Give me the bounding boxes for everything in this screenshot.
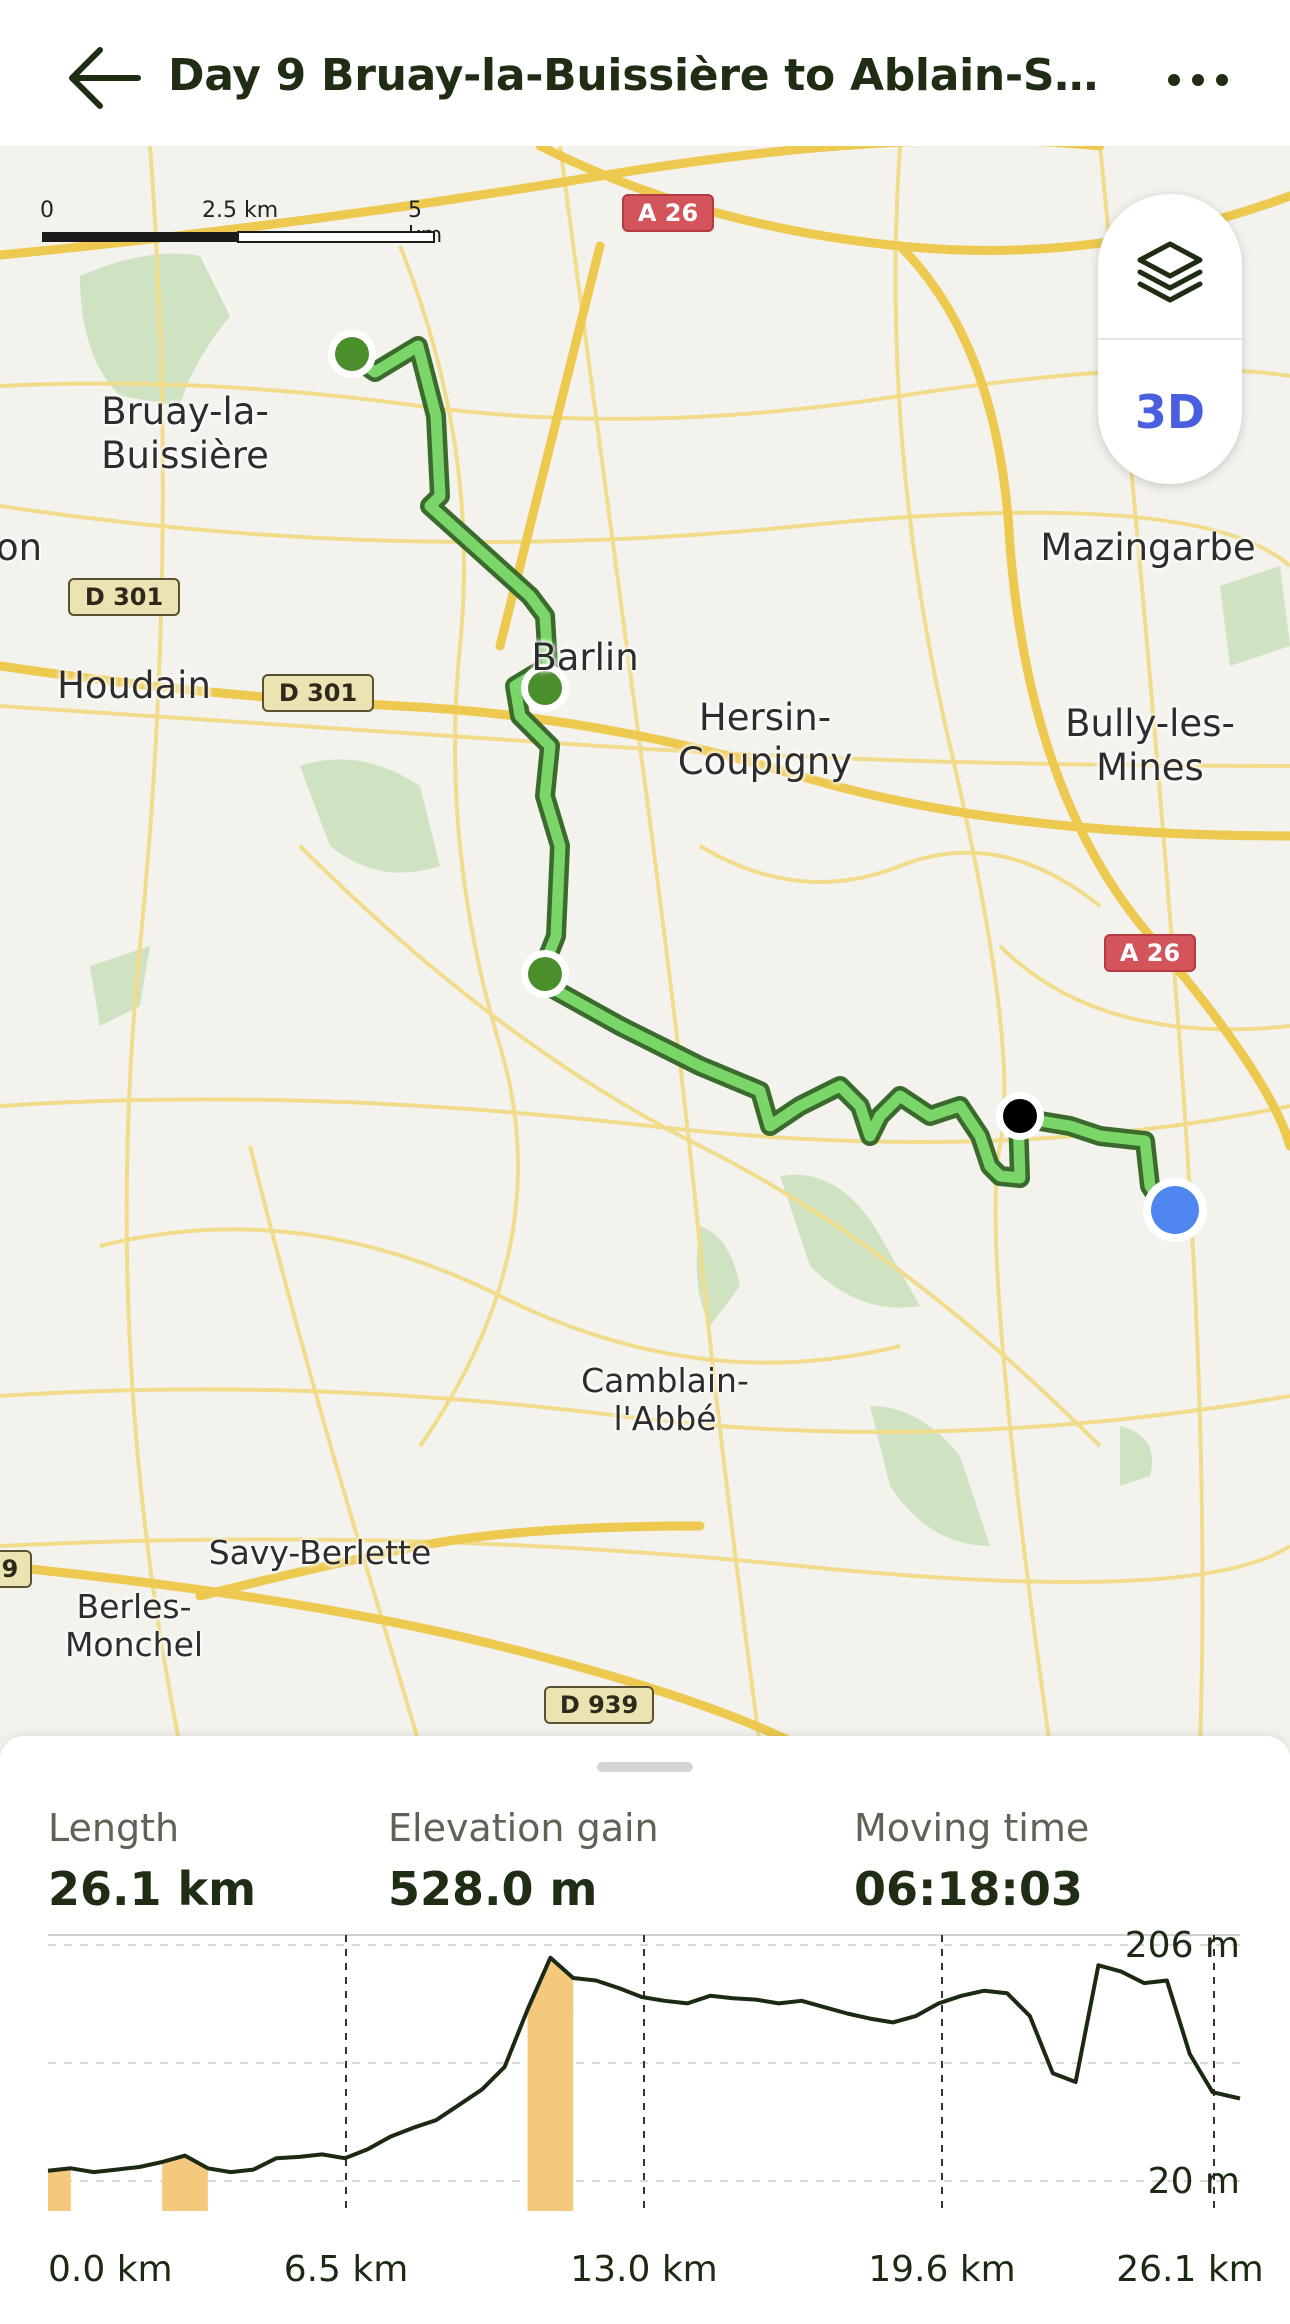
x-axis-tick-label: 0.0 km [48,2249,173,2290]
road-shield: A 26 [1104,934,1196,972]
road-shield: 9 [0,1550,32,1588]
map-layers-button[interactable] [1098,194,1242,338]
forest-area [870,1406,990,1546]
x-axis-tick-label: 26.1 km [1116,2249,1264,2290]
waypoint-start [328,330,376,378]
y-axis-min-label: 20 m [1148,2161,1240,2202]
scale-label: 0 [40,198,54,223]
road-shield: D 939 [544,1686,654,1724]
stat-elevation-gain: Elevation gain 528.0 m [388,1806,659,1916]
road-shield: D 301 [68,578,180,616]
stat-value: 06:18:03 [854,1862,1083,1916]
elevation-profile-chart[interactable]: 206 m 20 m 0.0 km 6.5 km 13.0 km 19.6 km 26.1 … [0,1921,1290,2324]
map-base [0,146,1290,1746]
place-label: Hersin- Coupigny [677,696,853,783]
stat-length: Length 26.1 km [48,1806,256,1916]
place-label: on [0,526,43,569]
waypoint-mid [521,950,569,998]
stat-value: 528.0 m [388,1862,598,1916]
scale-bar [42,231,435,243]
waypoint-end [996,1092,1044,1140]
back-button[interactable] [60,38,150,118]
place-label: Barlin [531,636,639,679]
place-label: Bully-les- Mines [1065,702,1235,789]
place-label: Mazingarbe [1040,526,1256,569]
route-details-sheet[interactable]: Length 26.1 km Elevation gain 528.0 m Mo… [0,1736,1290,2324]
place-label: Berles- Monchel [64,1587,204,1664]
forest-area [780,1174,920,1308]
arrow-left-icon [69,47,141,109]
current-location-dot [1143,1178,1207,1242]
stat-moving-time: Moving time 06:18:03 [854,1806,1089,1916]
forest-area [1120,1426,1152,1486]
forest-area [300,759,440,873]
x-axis-tick-label: 6.5 km [284,2249,409,2290]
sheet-drag-handle[interactable] [597,1762,693,1772]
more-horizontal-icon [1168,74,1228,86]
map-scale-bar: 0 2.5 km 5 km [40,198,450,258]
steep-grade-area [48,2168,71,2211]
layers-icon [1137,241,1203,303]
more-options-button[interactable] [1150,50,1240,110]
forest-area [1220,566,1290,666]
stat-label: Elevation gain [388,1806,659,1850]
scale-label: 2.5 km [202,198,279,223]
stat-value: 26.1 km [48,1862,257,1916]
app-header: Day 9 Bruay-la-Buissière to Ablain-Saint… [0,0,1290,146]
place-label: Savy-Berlette [208,1533,432,1572]
stat-label: Length [48,1806,180,1850]
map-controls: 3D [1098,194,1242,484]
place-label: Camblain- l'Abbé [581,1361,749,1438]
map-view[interactable]: 0 2.5 km 5 km 3D Bruay-la- Buissière Hou… [0,146,1290,1746]
toggle-3d-button[interactable]: 3D [1098,340,1242,484]
road-shield: A 26 [622,194,714,232]
place-label: Bruay-la- Buissière [101,390,269,477]
y-axis-max-label: 206 m [1125,1925,1240,1966]
x-axis-tick-label: 13.0 km [570,2249,718,2290]
stat-label: Moving time [854,1806,1090,1850]
route-title: Day 9 Bruay-la-Buissière to Ablain-Saint… [168,50,1108,101]
forest-area [90,946,150,1026]
place-label: Houdain [57,664,211,707]
road-shield: D 301 [262,674,374,712]
x-axis-tick-label: 19.6 km [868,2249,1016,2290]
